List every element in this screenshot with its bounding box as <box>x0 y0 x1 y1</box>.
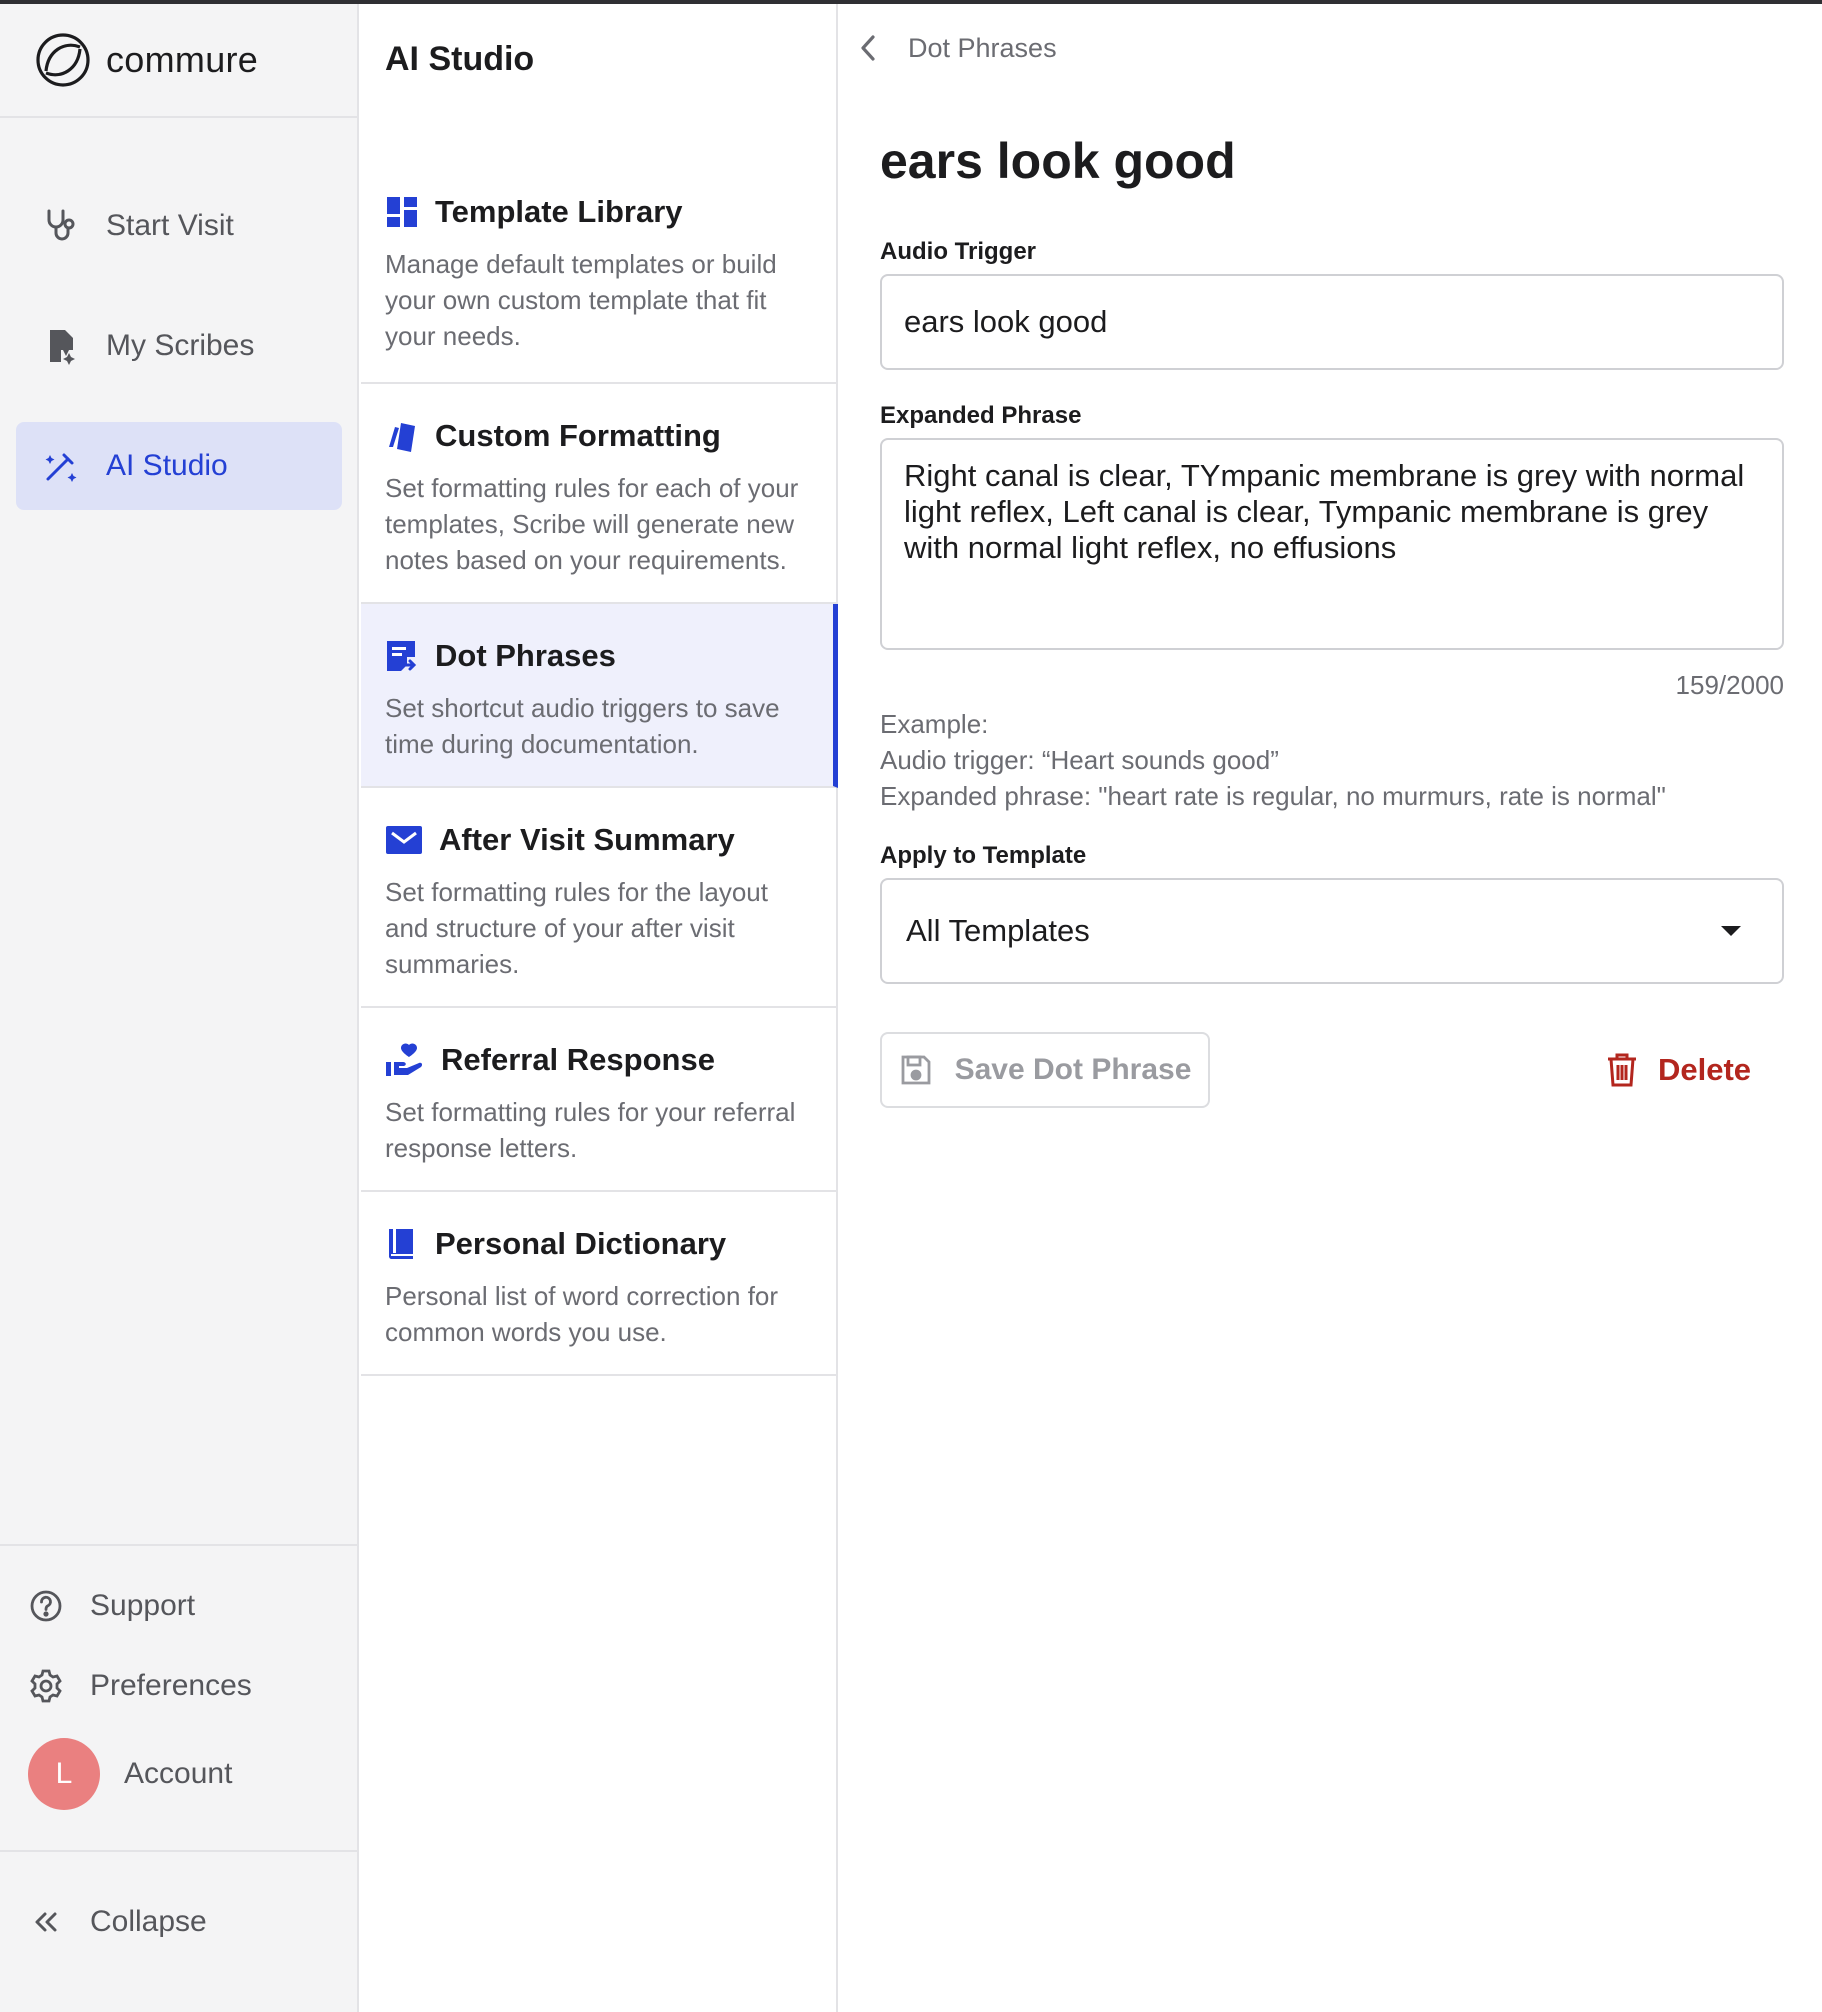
studio-item-desc: Set formatting rules for each of your te… <box>385 473 799 575</box>
studio-item-personal-dictionary[interactable]: Personal Dictionary Personal list of wor… <box>361 1192 838 1376</box>
studio-item-title: Dot Phrases <box>435 638 616 673</box>
sidebar-divider <box>0 1544 359 1546</box>
studio-item-title: Referral Response <box>441 1042 715 1077</box>
studio-item-title: Personal Dictionary <box>435 1226 727 1261</box>
sidebar-item-my-scribes[interactable]: My Scribes <box>16 302 342 390</box>
account-label: Account <box>124 1757 233 1790</box>
apply-template-label: Apply to Template <box>880 842 1087 869</box>
audio-trigger-input[interactable]: ears look good <box>880 274 1784 370</box>
ai-studio-panel: AI Studio Template Library Manage defaul… <box>361 0 838 2012</box>
caret-down-icon <box>1720 924 1742 938</box>
preferences-label: Preferences <box>90 1669 252 1702</box>
character-counter: 159/2000 <box>1675 670 1784 700</box>
double-chevron-left-icon <box>28 1904 64 1940</box>
expanded-phrase-textarea[interactable]: Right canal is clear, TYmpanic membrane … <box>880 438 1784 650</box>
studio-item-title: Template Library <box>435 194 683 229</box>
save-icon <box>899 1053 933 1087</box>
studio-item-custom-formatting[interactable]: Custom Formatting Set formatting rules f… <box>361 384 838 604</box>
hand-heart-icon <box>385 1042 425 1078</box>
studio-item-desc: Set formatting rules for your referral r… <box>385 1097 796 1163</box>
delete-label: Delete <box>1658 1052 1752 1087</box>
expanded-phrase-label: Expanded Phrase <box>880 402 1082 429</box>
window-top-border <box>0 0 1822 4</box>
panel-title: AI Studio <box>385 40 535 78</box>
note-arrow-icon <box>385 639 419 673</box>
chevron-left-icon <box>858 32 880 64</box>
dashboard-grid-icon <box>385 195 419 229</box>
save-dot-phrase-button[interactable]: Save Dot Phrase <box>880 1032 1210 1108</box>
document-sparkle-icon <box>42 327 80 365</box>
dot-phrase-detail: Dot Phrases ears look good Audio Trigger… <box>840 0 1822 2012</box>
gear-icon <box>28 1668 64 1704</box>
support-label: Support <box>90 1589 196 1622</box>
stethoscope-icon <box>42 207 80 245</box>
save-label: Save Dot Phrase <box>954 1053 1192 1086</box>
studio-item-referral-response[interactable]: Referral Response Set formatting rules f… <box>361 1008 838 1192</box>
page-title: ears look good <box>880 133 1236 189</box>
studio-item-desc: Set shortcut audio triggers to save time… <box>385 693 780 759</box>
collapse-label: Collapse <box>90 1905 207 1938</box>
example-trigger: Audio trigger: “Heart sounds good” <box>880 745 1279 775</box>
support-button[interactable]: Support <box>28 1574 195 1638</box>
audio-trigger-label: Audio Trigger <box>880 238 1036 265</box>
studio-item-desc: Set formatting rules for the layout and … <box>385 877 768 979</box>
expanded-phrase-value: Right canal is clear, TYmpanic membrane … <box>904 458 1745 565</box>
sidebar-item-ai-studio[interactable]: AI Studio <box>16 422 342 510</box>
breadcrumb-back[interactable]: Dot Phrases <box>858 28 1057 68</box>
mail-icon <box>385 823 423 857</box>
trash-icon <box>1606 1052 1638 1088</box>
sidebar-item-label: Start Visit <box>106 209 234 242</box>
studio-item-after-visit-summary[interactable]: After Visit Summary Set formatting rules… <box>361 788 838 1008</box>
studio-item-desc: Personal list of word correction for com… <box>385 1281 779 1347</box>
apply-template-select[interactable]: All Templates <box>880 878 1784 984</box>
help-circle-icon <box>28 1588 64 1624</box>
studio-item-desc: Manage default templates or build your o… <box>385 249 777 351</box>
commure-logo[interactable]: commure <box>34 30 258 90</box>
account-button[interactable]: L Account <box>28 1738 233 1810</box>
logo-text: commure <box>106 39 259 80</box>
avatar: L <box>28 1738 100 1810</box>
preferences-button[interactable]: Preferences <box>28 1654 252 1718</box>
example-heading: Example: <box>880 709 989 739</box>
sidebar-divider <box>0 116 359 118</box>
studio-item-template-library[interactable]: Template Library Manage default template… <box>361 160 838 384</box>
example-block: Example: Audio trigger: “Heart sounds go… <box>880 706 1666 814</box>
studio-item-title: Custom Formatting <box>435 418 721 453</box>
sidebar-item-label: My Scribes <box>106 329 255 362</box>
studio-item-dot-phrases[interactable]: Dot Phrases Set shortcut audio triggers … <box>361 604 838 788</box>
commure-logo-icon <box>34 31 92 89</box>
collapse-button[interactable]: Collapse <box>28 1890 207 1954</box>
sidebar: commure Start Visit My Scribes AI Studio… <box>0 0 359 2012</box>
sidebar-item-start-visit[interactable]: Start Visit <box>16 182 342 270</box>
sidebar-item-label: AI Studio <box>106 449 228 482</box>
magic-pen-icon <box>42 447 80 485</box>
breadcrumb: Dot Phrases <box>908 32 1057 63</box>
sidebar-divider <box>0 1850 359 1852</box>
swatch-icon <box>385 419 419 453</box>
delete-button[interactable]: Delete <box>1606 1032 1751 1108</box>
audio-trigger-value: ears look good <box>904 304 1108 339</box>
apply-template-value: All Templates <box>906 913 1090 948</box>
book-icon <box>385 1227 419 1261</box>
studio-item-title: After Visit Summary <box>439 822 735 857</box>
example-phrase: Expanded phrase: "heart rate is regular,… <box>880 781 1666 811</box>
